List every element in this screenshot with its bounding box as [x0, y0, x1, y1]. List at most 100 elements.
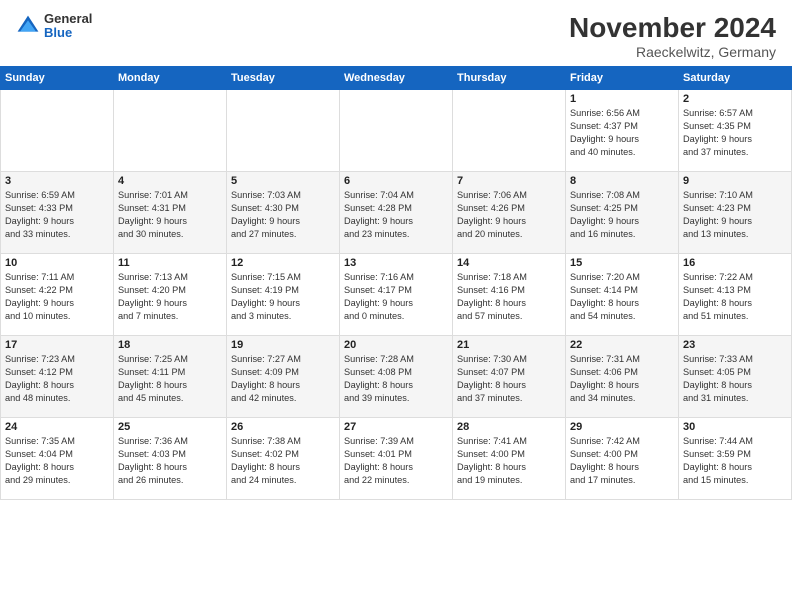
calendar-cell: 8 Sunrise: 7:08 AM Sunset: 4:25 PM Daylig…	[566, 172, 679, 254]
day-info: Sunrise: 7:27 AM Sunset: 4:09 PM Dayligh…	[231, 353, 335, 405]
day-info: Sunrise: 7:22 AM Sunset: 4:13 PM Dayligh…	[683, 271, 787, 323]
day-number: 24	[5, 421, 109, 433]
calendar-cell: 9Sunrise: 7:10 AM Sunset: 4:23 PM Daylig…	[679, 172, 792, 254]
day-info: Sunrise: 7:04 AM Sunset: 4:28 PM Dayligh…	[344, 189, 448, 241]
day-info: Sunrise: 7:36 AM Sunset: 4:03 PM Dayligh…	[118, 435, 222, 487]
location-subtitle: Raeckelwitz, Germany	[569, 44, 776, 60]
calendar-cell	[227, 90, 340, 172]
logo-text: General Blue	[44, 12, 92, 41]
day-number: 13	[344, 257, 448, 269]
day-info: Sunrise: 7:18 AM Sunset: 4:16 PM Dayligh…	[457, 271, 561, 323]
calendar-cell: 19 Sunrise: 7:27 AM Sunset: 4:09 PM Dayli…	[227, 336, 340, 418]
day-number: 30	[683, 421, 787, 433]
day-info: Sunrise: 7:06 AM Sunset: 4:26 PM Dayligh…	[457, 189, 561, 241]
calendar-cell: 30 Sunrise: 7:44 AM Sunset: 3:59 PM Dayli…	[679, 418, 792, 500]
day-info: Sunrise: 6:56 AM Sunset: 4:37 PM Dayligh…	[570, 107, 674, 159]
day-info: Sunrise: 7:16 AM Sunset: 4:17 PM Dayligh…	[344, 271, 448, 323]
day-number: 21	[457, 339, 561, 351]
header-monday: Monday	[114, 67, 227, 90]
day-info: Sunrise: 7:35 AM Sunset: 4:04 PM Dayligh…	[5, 435, 109, 487]
calendar-cell	[453, 90, 566, 172]
day-info: Sunrise: 7:30 AM Sunset: 4:07 PM Dayligh…	[457, 353, 561, 405]
header-sunday: Sunday	[1, 67, 114, 90]
day-info: Sunrise: 7:23 AM Sunset: 4:12 PM Dayligh…	[5, 353, 109, 405]
day-info: Sunrise: 7:44 AM Sunset: 3:59 PM Dayligh…	[683, 435, 787, 487]
calendar-cell: 28 Sunrise: 7:41 AM Sunset: 4:00 PM Dayli…	[453, 418, 566, 500]
day-number: 20	[344, 339, 448, 351]
calendar-cell: 14 Sunrise: 7:18 AM Sunset: 4:16 PM Dayli…	[453, 254, 566, 336]
day-number: 18	[118, 339, 222, 351]
header-wednesday: Wednesday	[340, 67, 453, 90]
month-title: November 2024	[569, 12, 776, 44]
day-number: 12	[231, 257, 335, 269]
calendar-cell: 17 Sunrise: 7:23 AM Sunset: 4:12 PM Dayli…	[1, 336, 114, 418]
day-number: 29	[570, 421, 674, 433]
day-number: 14	[457, 257, 561, 269]
calendar-cell: 2 Sunrise: 6:57 AM Sunset: 4:35 PM Daylig…	[679, 90, 792, 172]
logo-general-text: General	[44, 12, 92, 26]
day-info: Sunrise: 7:25 AM Sunset: 4:11 PM Dayligh…	[118, 353, 222, 405]
day-number: 23	[683, 339, 787, 351]
week-row-2: 3Sunrise: 6:59 AM Sunset: 4:33 PM Daylig…	[1, 172, 792, 254]
calendar-cell: 21 Sunrise: 7:30 AM Sunset: 4:07 PM Dayli…	[453, 336, 566, 418]
day-info: Sunrise: 6:57 AM Sunset: 4:35 PM Dayligh…	[683, 107, 787, 159]
day-info: Sunrise: 7:08 AM Sunset: 4:25 PM Dayligh…	[570, 189, 674, 241]
day-number: 25	[118, 421, 222, 433]
day-number: 19	[231, 339, 335, 351]
calendar-cell: 23 Sunrise: 7:33 AM Sunset: 4:05 PM Dayli…	[679, 336, 792, 418]
calendar-cell: 25 Sunrise: 7:36 AM Sunset: 4:03 PM Dayli…	[114, 418, 227, 500]
week-row-5: 24 Sunrise: 7:35 AM Sunset: 4:04 PM Dayli…	[1, 418, 792, 500]
day-number: 2	[683, 93, 787, 105]
header-saturday: Saturday	[679, 67, 792, 90]
calendar-body: 1 Sunrise: 6:56 AM Sunset: 4:37 PM Daylig…	[1, 90, 792, 500]
week-row-4: 17 Sunrise: 7:23 AM Sunset: 4:12 PM Dayli…	[1, 336, 792, 418]
calendar-table: SundayMondayTuesdayWednesdayThursdayFrid…	[0, 66, 792, 500]
day-info: Sunrise: 7:01 AM Sunset: 4:31 PM Dayligh…	[118, 189, 222, 241]
day-info: Sunrise: 7:20 AM Sunset: 4:14 PM Dayligh…	[570, 271, 674, 323]
header-friday: Friday	[566, 67, 679, 90]
calendar-cell	[114, 90, 227, 172]
day-number: 11	[118, 257, 222, 269]
week-row-1: 1 Sunrise: 6:56 AM Sunset: 4:37 PM Daylig…	[1, 90, 792, 172]
day-number: 17	[5, 339, 109, 351]
day-number: 8	[570, 175, 674, 187]
day-number: 28	[457, 421, 561, 433]
calendar-cell: 5 Sunrise: 7:03 AM Sunset: 4:30 PM Daylig…	[227, 172, 340, 254]
day-info: Sunrise: 7:33 AM Sunset: 4:05 PM Dayligh…	[683, 353, 787, 405]
logo-icon	[16, 14, 40, 38]
header-row: SundayMondayTuesdayWednesdayThursdayFrid…	[1, 67, 792, 90]
page-header: General Blue November 2024 Raeckelwitz, …	[0, 0, 792, 66]
day-info: Sunrise: 7:41 AM Sunset: 4:00 PM Dayligh…	[457, 435, 561, 487]
calendar-cell: 27 Sunrise: 7:39 AM Sunset: 4:01 PM Dayli…	[340, 418, 453, 500]
day-info: Sunrise: 7:10 AM Sunset: 4:23 PM Dayligh…	[683, 189, 787, 241]
day-number: 10	[5, 257, 109, 269]
day-info: Sunrise: 7:42 AM Sunset: 4:00 PM Dayligh…	[570, 435, 674, 487]
calendar-cell: 29 Sunrise: 7:42 AM Sunset: 4:00 PM Dayli…	[566, 418, 679, 500]
header-thursday: Thursday	[453, 67, 566, 90]
calendar-cell: 13 Sunrise: 7:16 AM Sunset: 4:17 PM Dayli…	[340, 254, 453, 336]
day-number: 1	[570, 93, 674, 105]
day-info: Sunrise: 7:15 AM Sunset: 4:19 PM Dayligh…	[231, 271, 335, 323]
day-info: Sunrise: 7:39 AM Sunset: 4:01 PM Dayligh…	[344, 435, 448, 487]
calendar-cell: 22Sunrise: 7:31 AM Sunset: 4:06 PM Dayli…	[566, 336, 679, 418]
calendar-cell	[340, 90, 453, 172]
calendar-cell: 20 Sunrise: 7:28 AM Sunset: 4:08 PM Dayli…	[340, 336, 453, 418]
calendar-cell: 3Sunrise: 6:59 AM Sunset: 4:33 PM Daylig…	[1, 172, 114, 254]
day-number: 7	[457, 175, 561, 187]
day-info: Sunrise: 7:28 AM Sunset: 4:08 PM Dayligh…	[344, 353, 448, 405]
calendar-cell: 7 Sunrise: 7:06 AM Sunset: 4:26 PM Daylig…	[453, 172, 566, 254]
calendar-cell: 18 Sunrise: 7:25 AM Sunset: 4:11 PM Dayli…	[114, 336, 227, 418]
day-info: Sunrise: 7:13 AM Sunset: 4:20 PM Dayligh…	[118, 271, 222, 323]
day-number: 5	[231, 175, 335, 187]
day-number: 27	[344, 421, 448, 433]
calendar-cell: 10Sunrise: 7:11 AM Sunset: 4:22 PM Dayli…	[1, 254, 114, 336]
calendar-cell: 1 Sunrise: 6:56 AM Sunset: 4:37 PM Daylig…	[566, 90, 679, 172]
calendar-cell: 6Sunrise: 7:04 AM Sunset: 4:28 PM Daylig…	[340, 172, 453, 254]
day-info: Sunrise: 7:03 AM Sunset: 4:30 PM Dayligh…	[231, 189, 335, 241]
calendar-cell: 4Sunrise: 7:01 AM Sunset: 4:31 PM Daylig…	[114, 172, 227, 254]
calendar-cell: 24 Sunrise: 7:35 AM Sunset: 4:04 PM Dayli…	[1, 418, 114, 500]
logo-blue-text: Blue	[44, 26, 92, 40]
calendar-cell: 11 Sunrise: 7:13 AM Sunset: 4:20 PM Dayli…	[114, 254, 227, 336]
day-info: Sunrise: 7:31 AM Sunset: 4:06 PM Dayligh…	[570, 353, 674, 405]
day-number: 16	[683, 257, 787, 269]
